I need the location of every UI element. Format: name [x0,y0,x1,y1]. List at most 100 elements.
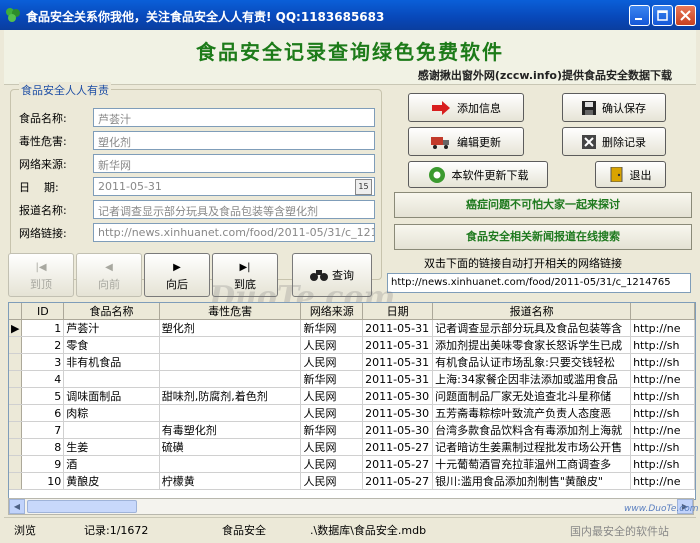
cell-link[interactable]: http://sh [630,387,695,405]
cell-link[interactable]: http://sh [630,455,695,473]
table-row[interactable]: 3 非有机食品 人民网 2011-05-31 有机食品认证市场乱象:只要交钱轻松 http… [9,353,695,371]
table-row[interactable]: 8 生姜 硫磺 人民网 2011-05-27 记者暗访生姜熏制过程批发市场公开售 http:… [9,438,695,456]
cell-name[interactable]: 酒 [63,455,160,473]
row-indicator[interactable] [9,455,23,473]
table-row[interactable]: 10 黄酿皮 柠檬黄 人民网 2011-05-27 银川:滥用食品添加剂制售"黄酿皮" ht… [9,472,695,490]
cell-date[interactable]: 2011-05-30 [362,404,434,422]
cell-source[interactable]: 人民网 [300,353,364,371]
calendar-icon[interactable]: 15 [355,179,372,195]
cell-date[interactable]: 2011-05-31 [362,336,434,354]
cell-link[interactable]: http://ne [630,370,695,388]
cell-hazard[interactable] [159,336,302,354]
cell-date[interactable]: 2011-05-27 [362,472,434,490]
row-indicator[interactable] [9,472,23,490]
col-header-title[interactable]: 报道名称 [432,303,632,320]
link-url-field[interactable]: http://news.xinhuanet.com/food/2011-05/3… [387,273,691,293]
cell-title[interactable]: 记者暗访生姜熏制过程批发市场公开售 [432,438,632,456]
cell-date[interactable]: 2011-05-30 [362,387,434,405]
first-record-button[interactable]: |◀ 到顶 [8,253,74,297]
source-field[interactable]: 新华网 [93,154,375,173]
maximize-button[interactable] [652,5,673,26]
table-row[interactable]: 4 新华网 2011-05-31 上海:34家餐企因非法添加或滥用食品 http://n… [9,370,695,388]
minimize-button[interactable] [629,5,650,26]
cell-id[interactable]: 1 [21,319,65,337]
cell-source[interactable]: 人民网 [300,455,364,473]
scroll-left-icon[interactable]: ◀ [9,499,25,514]
cell-hazard[interactable]: 有毒塑化剂 [159,421,302,439]
row-indicator[interactable]: ▶ [9,319,23,337]
save-button[interactable]: 确认保存 [562,93,666,122]
row-indicator[interactable] [9,336,23,354]
edit-update-button[interactable]: 编辑更新 [408,127,524,156]
cell-id[interactable]: 9 [21,455,65,473]
cell-name[interactable] [63,370,160,388]
col-header-hazard[interactable]: 毒性危害 [159,303,302,320]
cell-name[interactable]: 非有机食品 [63,353,160,371]
title-bar[interactable]: 食品安全关系你我他，关注食品安全人人有责! QQ:1183685683 [0,0,700,30]
col-header-name[interactable]: 食品名称 [63,303,160,320]
add-info-button[interactable]: 添加信息 [408,93,524,122]
cell-link[interactable]: http://ne [630,472,695,490]
cell-title[interactable]: 上海:34家餐企因非法添加或滥用食品 [432,370,632,388]
cell-id[interactable]: 5 [21,387,65,405]
cell-link[interactable]: http://sh [630,336,695,354]
cell-id[interactable]: 7 [21,421,65,439]
software-update-button[interactable]: 本软件更新下载 [408,161,548,188]
cell-source[interactable]: 新华网 [300,319,364,337]
cell-hazard[interactable] [159,370,302,388]
cell-link[interactable]: http://sh [630,438,695,456]
table-row[interactable]: 5 调味面制品 甜味剂,防腐剂,着色剂 人民网 2011-05-30 问题面制品厂家无处追… [9,387,695,405]
close-button[interactable] [675,5,696,26]
next-record-button[interactable]: ▶ 向后 [144,253,210,297]
row-indicator[interactable] [9,421,23,439]
cell-name[interactable]: 调味面制品 [63,387,160,405]
cell-date[interactable]: 2011-05-30 [362,421,434,439]
cell-date[interactable]: 2011-05-27 [362,438,434,456]
row-indicator[interactable] [9,353,23,371]
cell-date[interactable]: 2011-05-31 [362,370,434,388]
cell-hazard[interactable]: 硫磺 [159,438,302,456]
cell-source[interactable]: 人民网 [300,472,364,490]
cell-id[interactable]: 4 [21,370,65,388]
cell-id[interactable]: 6 [21,404,65,422]
cell-hazard[interactable]: 塑化剂 [159,319,302,337]
scroll-thumb[interactable] [27,500,137,513]
cell-source[interactable]: 新华网 [300,421,364,439]
col-header-id[interactable]: ID [21,303,65,320]
records-grid[interactable]: ID 食品名称 毒性危害 网络来源 日期 报道名称 ▶ 1 芦荟汁 塑化剂 新华网 201… [8,302,696,500]
cell-title[interactable]: 问题面制品厂家无处追查北斗星称储 [432,387,632,405]
cell-source[interactable]: 人民网 [300,336,364,354]
cell-title[interactable]: 五芳斋毒粽棕叶致流产负责人态度恶 [432,404,632,422]
table-row[interactable]: 2 零食 人民网 2011-05-31 添加剂提出美味零食家长怒诉学生已成 http://… [9,336,695,354]
table-row[interactable]: ▶ 1 芦荟汁 塑化剂 新华网 2011-05-31 记者调查显示部分玩具及食品包装等含 ht… [9,319,695,337]
delete-record-button[interactable]: 删除记录 [562,127,666,156]
col-header-date[interactable]: 日期 [362,303,434,320]
date-field[interactable]: 2011-05-31 15 [93,177,375,196]
table-row[interactable]: 9 酒 人民网 2011-05-27 十元葡萄酒冒充拉菲温州工商调查多 http://sh [9,455,695,473]
hazard-field[interactable]: 塑化剂 [93,131,375,150]
cell-hazard[interactable] [159,404,302,422]
cell-date[interactable]: 2011-05-27 [362,455,434,473]
table-row[interactable]: 6 肉粽 人民网 2011-05-30 五芳斋毒粽棕叶致流产负责人态度恶 http://s… [9,404,695,422]
table-row[interactable]: 7 有毒塑化剂 新华网 2011-05-30 台湾多款食品饮料含有毒添加剂上海就 http… [9,421,695,439]
food-name-field[interactable]: 芦荟汁 [93,108,375,127]
link-field[interactable]: http://news.xinhuanet.com/food/2011-05/3… [93,223,375,242]
cell-hazard[interactable] [159,455,302,473]
cell-name[interactable]: 生姜 [63,438,160,456]
cell-hazard[interactable]: 甜味剂,防腐剂,着色剂 [159,387,302,405]
cell-source[interactable]: 新华网 [300,370,364,388]
cell-source[interactable]: 人民网 [300,404,364,422]
cell-source[interactable]: 人民网 [300,387,364,405]
report-title-field[interactable]: 记者调查显示部分玩具及食品包装等含塑化剂 [93,200,375,219]
cell-name[interactable] [63,421,160,439]
cell-link[interactable]: http://sh [630,353,695,371]
cell-link[interactable]: http://ne [630,319,695,337]
cell-title[interactable]: 有机食品认证市场乱象:只要交钱轻松 [432,353,632,371]
horizontal-scrollbar[interactable]: ◀ ▶ [8,498,694,515]
cell-name[interactable]: 黄酿皮 [63,472,160,490]
cell-id[interactable]: 10 [21,472,65,490]
cell-id[interactable]: 2 [21,336,65,354]
cell-link[interactable]: http://sh [630,404,695,422]
col-header-source[interactable]: 网络来源 [300,303,364,320]
cell-hazard[interactable]: 柠檬黄 [159,472,302,490]
